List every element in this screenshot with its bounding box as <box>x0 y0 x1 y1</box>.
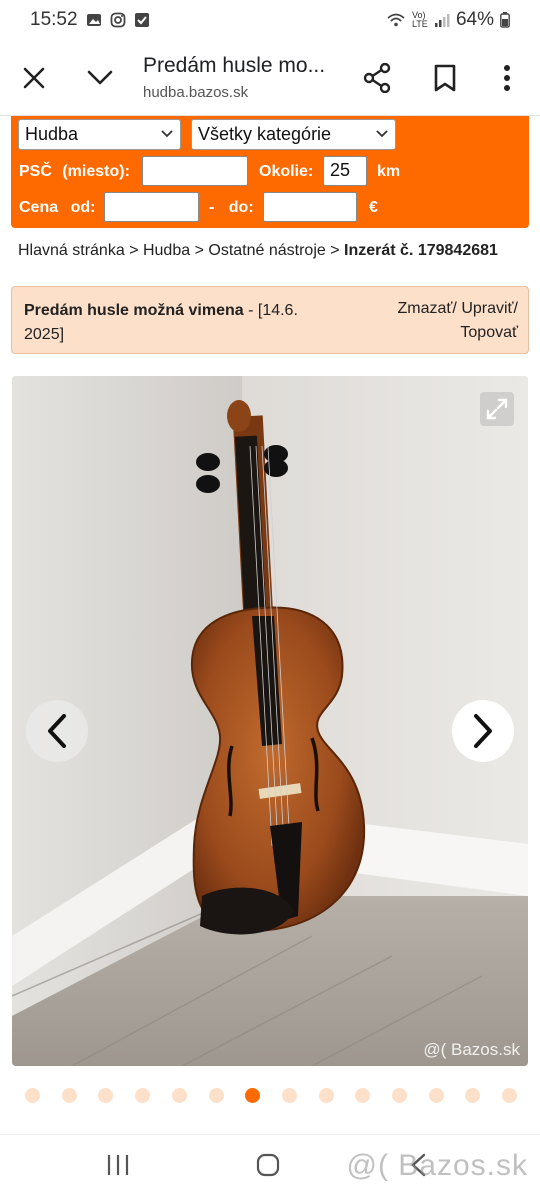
more-vert-icon <box>504 64 510 91</box>
breadcrumb-home[interactable]: Hlavná stránka <box>18 242 125 259</box>
pagination-dot[interactable] <box>355 1088 371 1103</box>
close-button[interactable] <box>9 53 59 103</box>
psc-label: PSČ (miesto): <box>19 163 130 180</box>
radius-input[interactable]: 25 <box>323 156 367 186</box>
gallery-pagination <box>0 1088 540 1104</box>
page-title: Predám husle mo... <box>143 54 326 77</box>
breadcrumb-separator: > <box>129 242 139 259</box>
breadcrumb: Hlavná stránka > Hudba > Ostatné nástroj… <box>18 242 528 260</box>
currency-label: € <box>369 199 378 216</box>
page-info[interactable]: Predám husle mo... hudba.bazos.sk <box>125 54 352 101</box>
pagination-dot[interactable] <box>135 1088 151 1103</box>
wifi-icon <box>387 13 405 27</box>
status-bar: 15:52 Vo) LTE 64% <box>0 0 540 40</box>
pagination-dot[interactable] <box>171 1088 187 1103</box>
radius-label: Okolie: <box>259 163 314 180</box>
share-icon <box>363 62 391 93</box>
close-icon <box>23 67 45 88</box>
pagination-dot[interactable] <box>98 1088 114 1103</box>
more-button[interactable] <box>482 53 532 103</box>
page-url: hudba.bazos.sk <box>143 84 249 101</box>
share-button[interactable] <box>352 53 402 103</box>
price-from-input[interactable] <box>104 192 199 222</box>
bazos-watermark: @( Bazos.sk <box>346 1149 528 1182</box>
battery-percent: 64% <box>455 9 494 30</box>
pagination-dot[interactable] <box>208 1088 224 1103</box>
bookmark-button[interactable] <box>420 53 470 103</box>
task-notification-icon <box>134 13 149 27</box>
chevron-down-icon <box>87 70 113 84</box>
section-select-value: Hudba <box>25 124 79 144</box>
pagination-dot[interactable] <box>281 1088 297 1103</box>
gallery-notification-icon <box>86 14 101 26</box>
clock: 15:52 <box>30 9 78 30</box>
breadcrumb-separator: > <box>330 242 340 259</box>
radius-unit: km <box>377 163 401 180</box>
price-label: Cena od: <box>19 199 96 216</box>
recent-apps-button[interactable] <box>106 1153 130 1182</box>
previous-image-button[interactable] <box>26 700 88 762</box>
pagination-dot[interactable] <box>61 1088 77 1103</box>
listing-title-block: Predám husle možná vimena - [14.6. 2025] <box>24 299 324 347</box>
pagination-dot[interactable] <box>318 1088 334 1103</box>
listing-actions-edit[interactable]: Zmazať/ Upraviť/ <box>398 297 518 321</box>
price-to-label: - do: <box>209 199 254 216</box>
category-select[interactable]: Všetky kategórie <box>191 119 396 150</box>
chevron-down-icon <box>376 130 388 138</box>
breadcrumb-section[interactable]: Hudba <box>143 242 190 259</box>
instagram-notification-icon <box>110 12 125 28</box>
chevron-down-icon <box>161 130 173 138</box>
breadcrumb-current: Inzerát č. 179842681 <box>344 242 498 259</box>
network-type: Vo) LTE <box>411 10 428 29</box>
listing-title: Predám husle možná vimena <box>24 302 244 319</box>
battery-icon <box>500 12 510 28</box>
recent-apps-icon <box>107 1155 129 1175</box>
pagination-dot[interactable] <box>392 1088 407 1103</box>
pagination-dot[interactable] <box>465 1088 481 1103</box>
bookmark-icon <box>434 64 456 91</box>
browser-toolbar: Predám husle mo... hudba.bazos.sk <box>0 40 540 116</box>
status-left: 15:52 <box>30 9 150 31</box>
violin-photo <box>12 376 528 1066</box>
minimize-button[interactable] <box>75 53 125 103</box>
next-image-button[interactable] <box>452 700 514 762</box>
expand-icon <box>486 398 508 420</box>
home-button[interactable] <box>256 1153 280 1182</box>
signal-icon <box>434 14 450 27</box>
price-to-input[interactable] <box>263 192 357 222</box>
category-select-value: Všetky kategórie <box>198 124 332 144</box>
psc-input[interactable] <box>142 156 248 186</box>
section-select[interactable]: Hudba <box>18 119 181 150</box>
search-panel: Hudba Všetky kategórie PSČ (miesto): Oko… <box>11 116 529 228</box>
pagination-dot[interactable] <box>502 1088 518 1103</box>
home-icon <box>256 1153 280 1177</box>
pagination-dot[interactable] <box>25 1088 40 1103</box>
chevron-left-icon <box>48 714 66 748</box>
pagination-dot-active[interactable] <box>245 1088 261 1103</box>
android-navigation-bar: @( Bazos.sk <box>0 1134 540 1200</box>
chevron-right-icon <box>474 714 492 748</box>
listing-header: Predám husle možná vimena - [14.6. 2025]… <box>11 286 529 354</box>
breadcrumb-separator: > <box>194 242 204 259</box>
status-right: Vo) LTE 64% <box>386 9 510 31</box>
listing-actions: Zmazať/ Upraviť/ Topovať <box>398 297 518 345</box>
breadcrumb-category[interactable]: Ostatné nástroje <box>208 242 325 259</box>
pagination-dot[interactable] <box>428 1088 444 1103</box>
fullscreen-button[interactable] <box>480 392 514 426</box>
gallery-watermark: @( Bazos.sk <box>423 1040 520 1059</box>
image-gallery[interactable]: @( Bazos.sk <box>12 376 528 1066</box>
listing-actions-top[interactable]: Topovať <box>398 321 518 345</box>
